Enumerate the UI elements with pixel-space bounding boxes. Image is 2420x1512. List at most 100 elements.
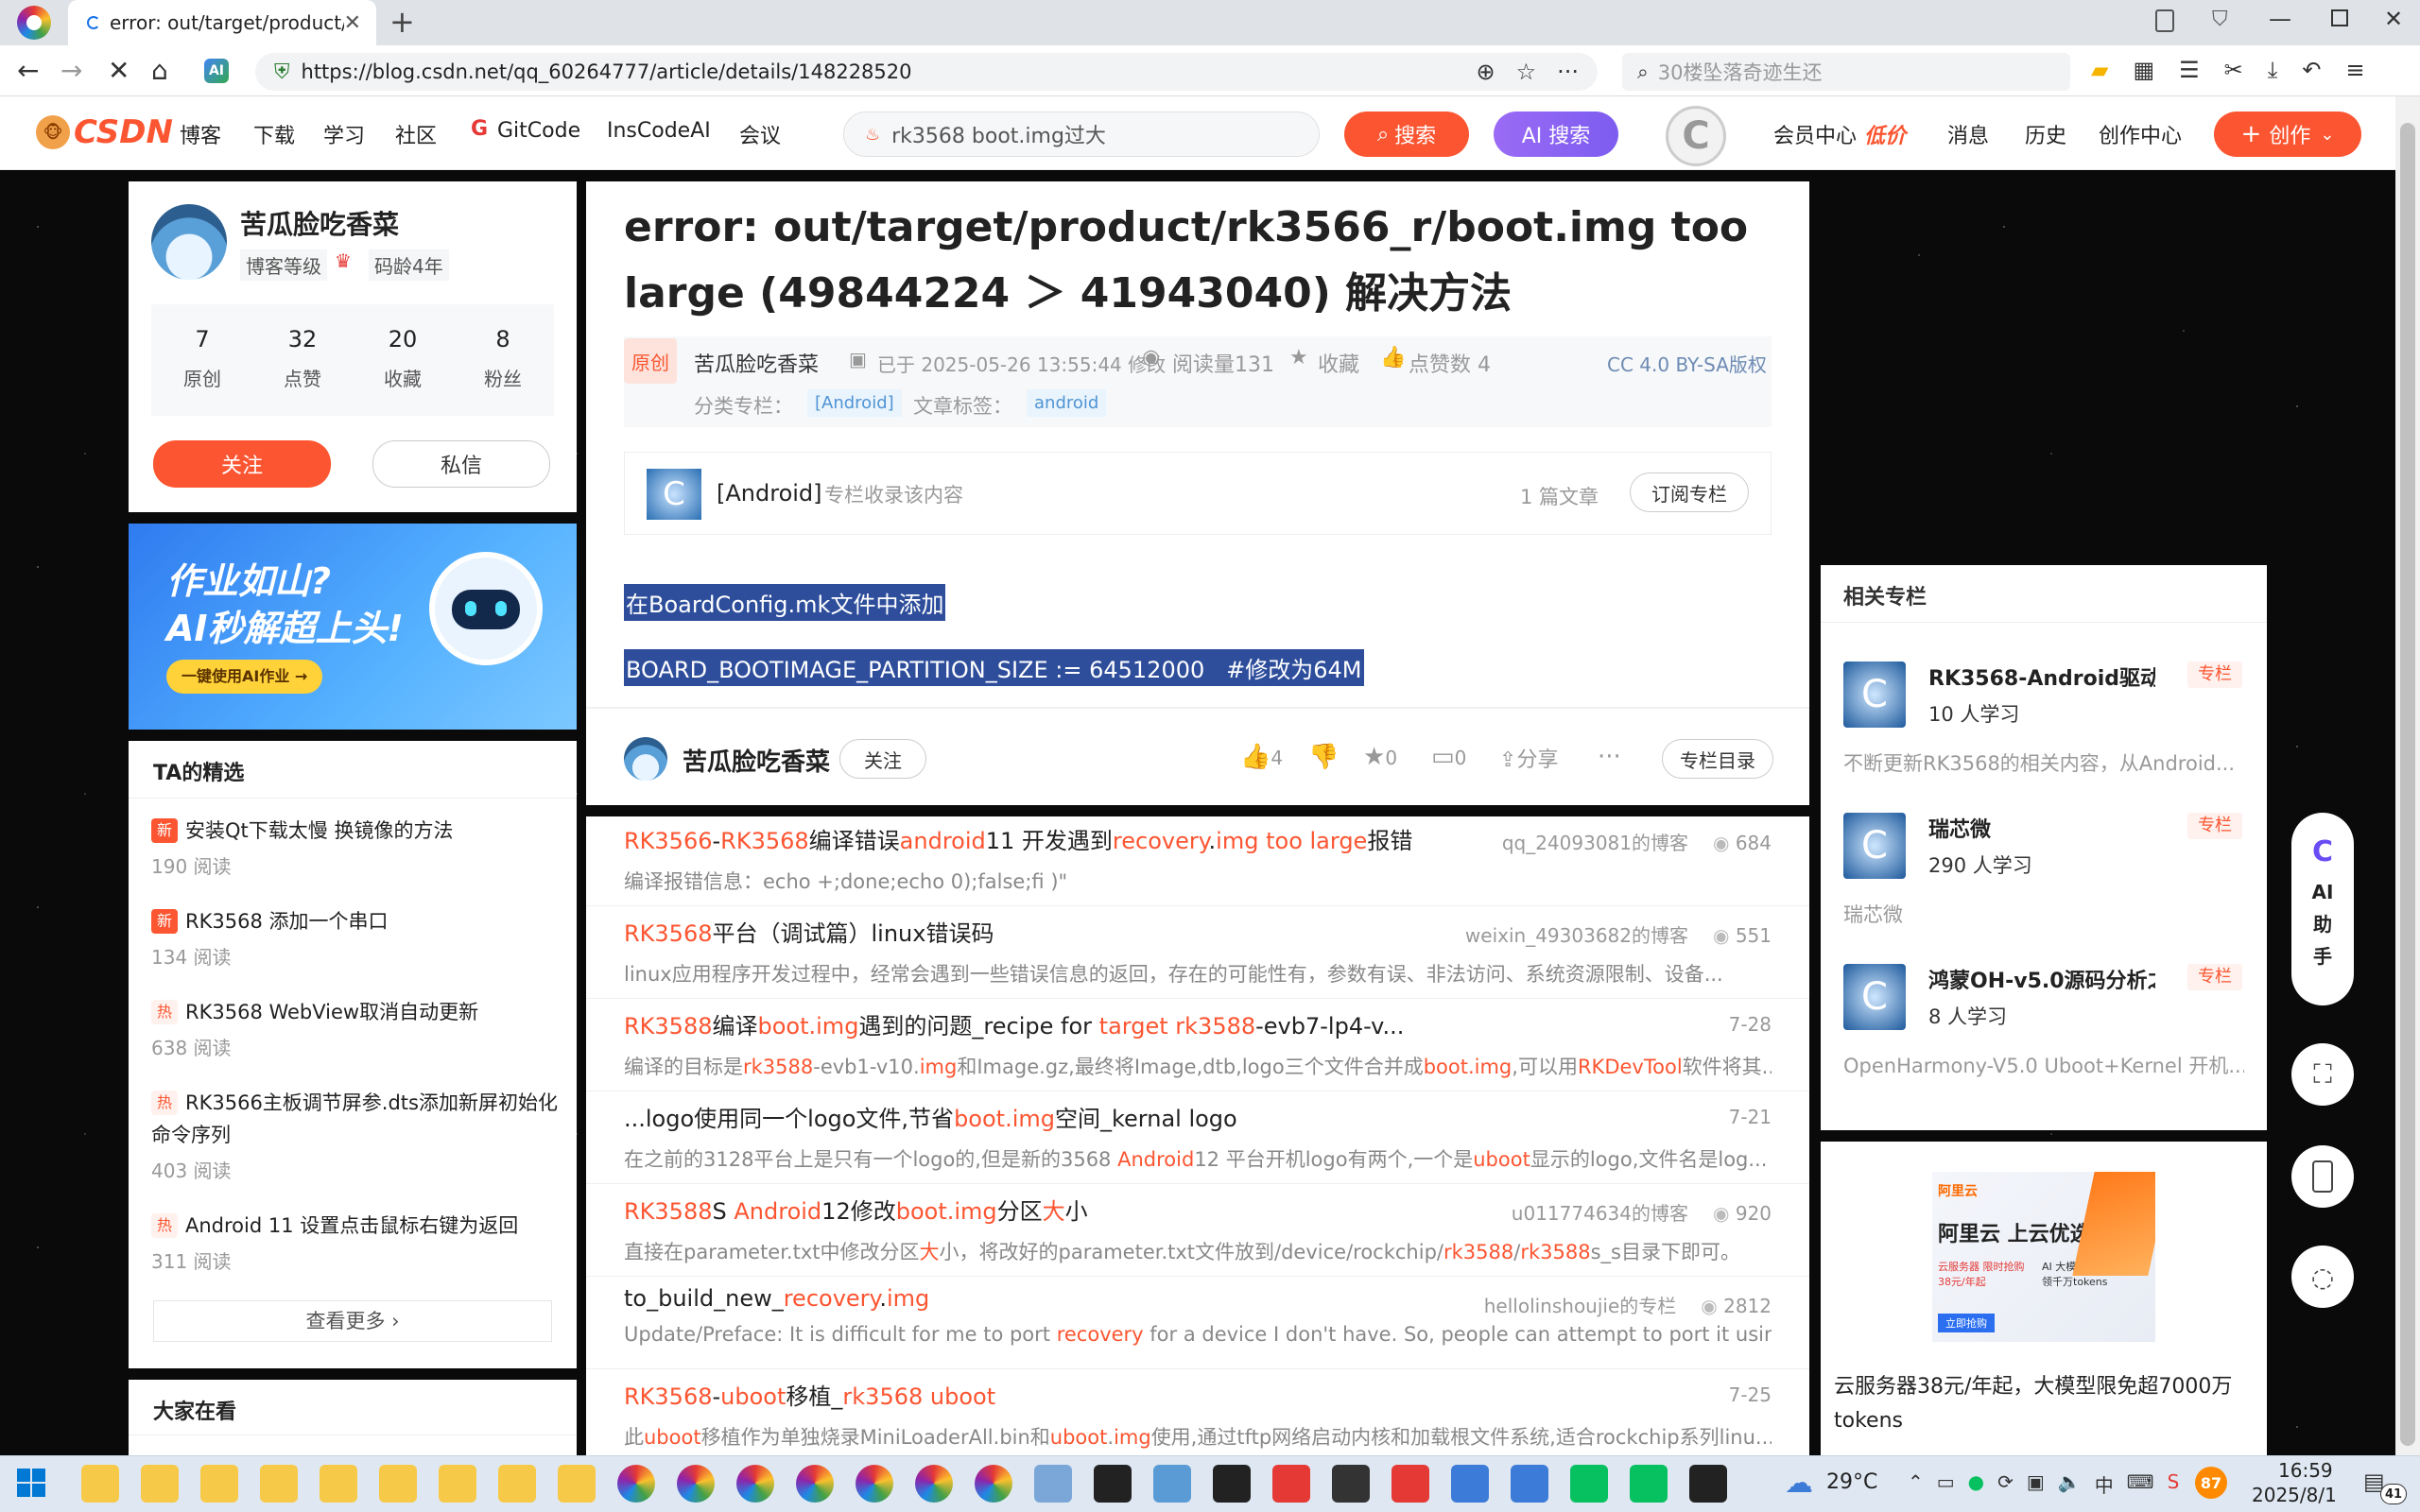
minimize-button[interactable]: — [2269, 6, 2291, 32]
pick-item[interactable]: 热 Android 11 设置点击鼠标右键为返回 311 阅读 [151, 1210, 567, 1278]
feedback-button[interactable]: ◌ [2291, 1246, 2354, 1308]
related-article-source[interactable]: u011774634的博客 [1512, 1202, 1688, 1225]
nav-vip-center[interactable]: 会员中心 [1773, 119, 1857, 149]
mobile-view-button[interactable] [2291, 1145, 2354, 1208]
csdn-logo-text[interactable]: CSDN [74, 113, 173, 151]
column-name[interactable]: [Android] [717, 480, 822, 507]
bottom-author-name[interactable]: 苦瓜脸吃香菜 [683, 743, 830, 778]
undo-icon[interactable]: ↶ [2302, 57, 2321, 89]
taskbar-wechat-icon[interactable] [1570, 1465, 1608, 1503]
taskbar-folder-icon[interactable] [141, 1465, 179, 1503]
related-article-item[interactable]: RK3568平台（调试篇）linux错误码 linux应用程序开发过程中，经常会遇… [624, 915, 1772, 988]
related-article-item[interactable]: ...logo使用同一个logo文件,节省boot.img空间_kernal l… [624, 1100, 1772, 1173]
network-icon[interactable]: ▣ [2027, 1470, 2045, 1498]
ai-extension-icon[interactable]: AI [204, 59, 229, 83]
forward-button[interactable]: → [60, 55, 82, 86]
column-item-name[interactable]: RK3568-Android驱动开发 [1928, 662, 2155, 692]
license[interactable]: CC 4.0 BY-SA版权 [1607, 350, 1767, 377]
bottom-author-avatar[interactable] [624, 737, 667, 781]
author-name[interactable]: 苦瓜脸吃香菜 [240, 204, 399, 242]
taskbar-folder-icon[interactable] [379, 1465, 417, 1503]
related-article-title[interactable]: ...logo使用同一个logo文件,节省boot.img空间_kernal l… [624, 1100, 1494, 1133]
related-article-title[interactable]: RK3588编译boot.img遇到的问题_recipe for target … [624, 1007, 1494, 1040]
like-button[interactable]: 👍4 [1240, 743, 1283, 771]
stat-original[interactable]: 7 原创 [155, 326, 250, 391]
ime-indicator[interactable]: 中 [2095, 1470, 2114, 1498]
banner-cta[interactable]: 一键使用AI作业 → [166, 660, 323, 694]
column-thumb[interactable]: C [1843, 813, 1906, 879]
related-article-item[interactable]: RK3568-uboot移植_rk3568 uboot 此uboot移植作为单独烧… [624, 1378, 1772, 1451]
ad-button[interactable]: 立即抢购 [1938, 1314, 1995, 1332]
taskbar-app-icon[interactable] [1094, 1465, 1132, 1503]
pick-item[interactable]: 热 RK3568 WebView取消自动更新 638 阅读 [151, 996, 567, 1064]
taskbar-folder-icon[interactable] [558, 1465, 596, 1503]
nav-history[interactable]: 历史 [2025, 119, 2066, 149]
shirt-icon[interactable]: ⛉ [2212, 8, 2228, 31]
stat-likes[interactable]: 32 点赞 [255, 326, 350, 391]
subscribe-column-button[interactable]: 订阅专栏 [1630, 472, 1749, 512]
browser-search-box[interactable]: ⌕ 30楼坠落奇迹生还 [1622, 53, 2070, 91]
clock-date[interactable]: 2025/8/1 [2252, 1484, 2337, 1506]
taskbar-browser-icon[interactable] [736, 1465, 774, 1503]
taskbar-wps-icon[interactable] [1272, 1465, 1310, 1503]
home-button[interactable]: ⌂ [151, 55, 168, 86]
close-window-button[interactable]: ✕ [2384, 6, 2403, 32]
author-avatar[interactable] [151, 204, 227, 280]
share-button[interactable]: ⇪分享 [1499, 743, 1558, 773]
related-article-title[interactable]: RK3588S Android12修改boot.img分区大小 [624, 1193, 1494, 1226]
meta-likes[interactable]: 点赞数 4 [1409, 348, 1491, 378]
taskbar-app-icon[interactable] [1153, 1465, 1191, 1503]
article-tag[interactable]: android [1027, 389, 1107, 417]
taskbar-folder-icon[interactable] [498, 1465, 536, 1503]
nav-inscodeai[interactable]: InsCodeAI [607, 119, 711, 143]
search-button[interactable]: ⌕ 搜索 [1344, 112, 1469, 157]
taskbar-app-icon[interactable] [1034, 1465, 1072, 1503]
scissors-icon[interactable]: ✂ [2224, 57, 2243, 89]
taskbar-app-icon[interactable] [1392, 1465, 1429, 1503]
nav-community[interactable]: 社区 [395, 119, 437, 149]
taskbar-folder-icon[interactable] [200, 1465, 238, 1503]
pick-item[interactable]: 新安装Qt下载太慢 换镜像的方法 190 阅读 [151, 815, 567, 883]
nav-meeting[interactable]: 会议 [739, 119, 781, 149]
address-bar[interactable]: ⛨ https://blog.csdn.net/qq_60264777/arti… [255, 53, 1598, 91]
ad-caption[interactable]: 云服务器38元/年起，大模型限免超7000万tokens [1834, 1370, 2250, 1438]
windows-start-icon[interactable] [17, 1469, 45, 1497]
nav-blog[interactable]: 博客 [180, 119, 221, 149]
wechat-tray-icon[interactable]: ● [1968, 1470, 1984, 1498]
taskbar-browser-icon[interactable] [617, 1465, 655, 1503]
fullscreen-button[interactable]: ⛶ [2291, 1043, 2354, 1106]
comment-button[interactable]: ▭0 [1431, 743, 1466, 771]
battery-icon[interactable]: ▭ [1937, 1470, 1955, 1498]
tray-badge[interactable]: 87 [2195, 1467, 2227, 1499]
stat-fans[interactable]: 8 粉丝 [456, 326, 550, 391]
zoom-icon[interactable]: ⊕ [1476, 59, 1495, 85]
taskbar-tool-icon[interactable] [1451, 1465, 1489, 1503]
sync-icon[interactable]: ⟳ [1997, 1470, 2014, 1498]
column-thumb[interactable]: C [1843, 662, 1906, 728]
taskbar-qq-icon[interactable] [1689, 1465, 1727, 1503]
nav-creation-center[interactable]: 创作中心 [2099, 119, 2182, 149]
taskbar-folder-icon[interactable] [260, 1465, 298, 1503]
related-article-source[interactable]: qq_24093081的博客 [1502, 832, 1688, 854]
taskbar-terminal-icon[interactable] [1213, 1465, 1251, 1503]
pick-item[interactable]: 新 RK3568 添加一个串口 134 阅读 [151, 905, 567, 973]
stat-favorites[interactable]: 20 收藏 [355, 326, 450, 391]
ai-homework-banner[interactable]: 作业如山? AI秒解超上头! 一键使用AI作业 → [129, 524, 577, 730]
taskbar-browser-icon[interactable] [856, 1465, 893, 1503]
taskbar-folder-icon[interactable] [81, 1465, 119, 1503]
related-article-source[interactable]: weixin_49303682的博客 [1465, 924, 1688, 947]
related-article-source[interactable]: hellolinshoujie的专栏 [1484, 1295, 1677, 1317]
private-message-button[interactable]: 私信 [372, 440, 550, 488]
download-icon[interactable]: ⤓ [2268, 57, 2278, 89]
favorite-button[interactable]: ★0 [1363, 743, 1397, 771]
related-article-item[interactable]: RK3588S Android12修改boot.img分区大小 直接在parame… [624, 1193, 1772, 1265]
column-toc-button[interactable]: 专栏目录 [1662, 739, 1773, 779]
taskbar-folder-icon[interactable] [439, 1465, 476, 1503]
pick-item[interactable]: 热 RK3566主板调节屏参.dts添加新屏初始化命令序列 403 阅读 [151, 1087, 567, 1187]
column-item-name[interactable]: 鸿蒙OH-v5.0源码分析之 ... [1928, 964, 2155, 994]
taskbar-browser-icon[interactable] [975, 1465, 1012, 1503]
stop-loading-button[interactable]: ✕ [108, 55, 130, 86]
related-article-title[interactable]: to_build_new_recovery.img [624, 1285, 1494, 1312]
new-tab-button[interactable]: + [389, 4, 415, 40]
related-article-title[interactable]: RK3566-RK3568编译错误android11 开发遇到recovery.… [624, 822, 1494, 855]
